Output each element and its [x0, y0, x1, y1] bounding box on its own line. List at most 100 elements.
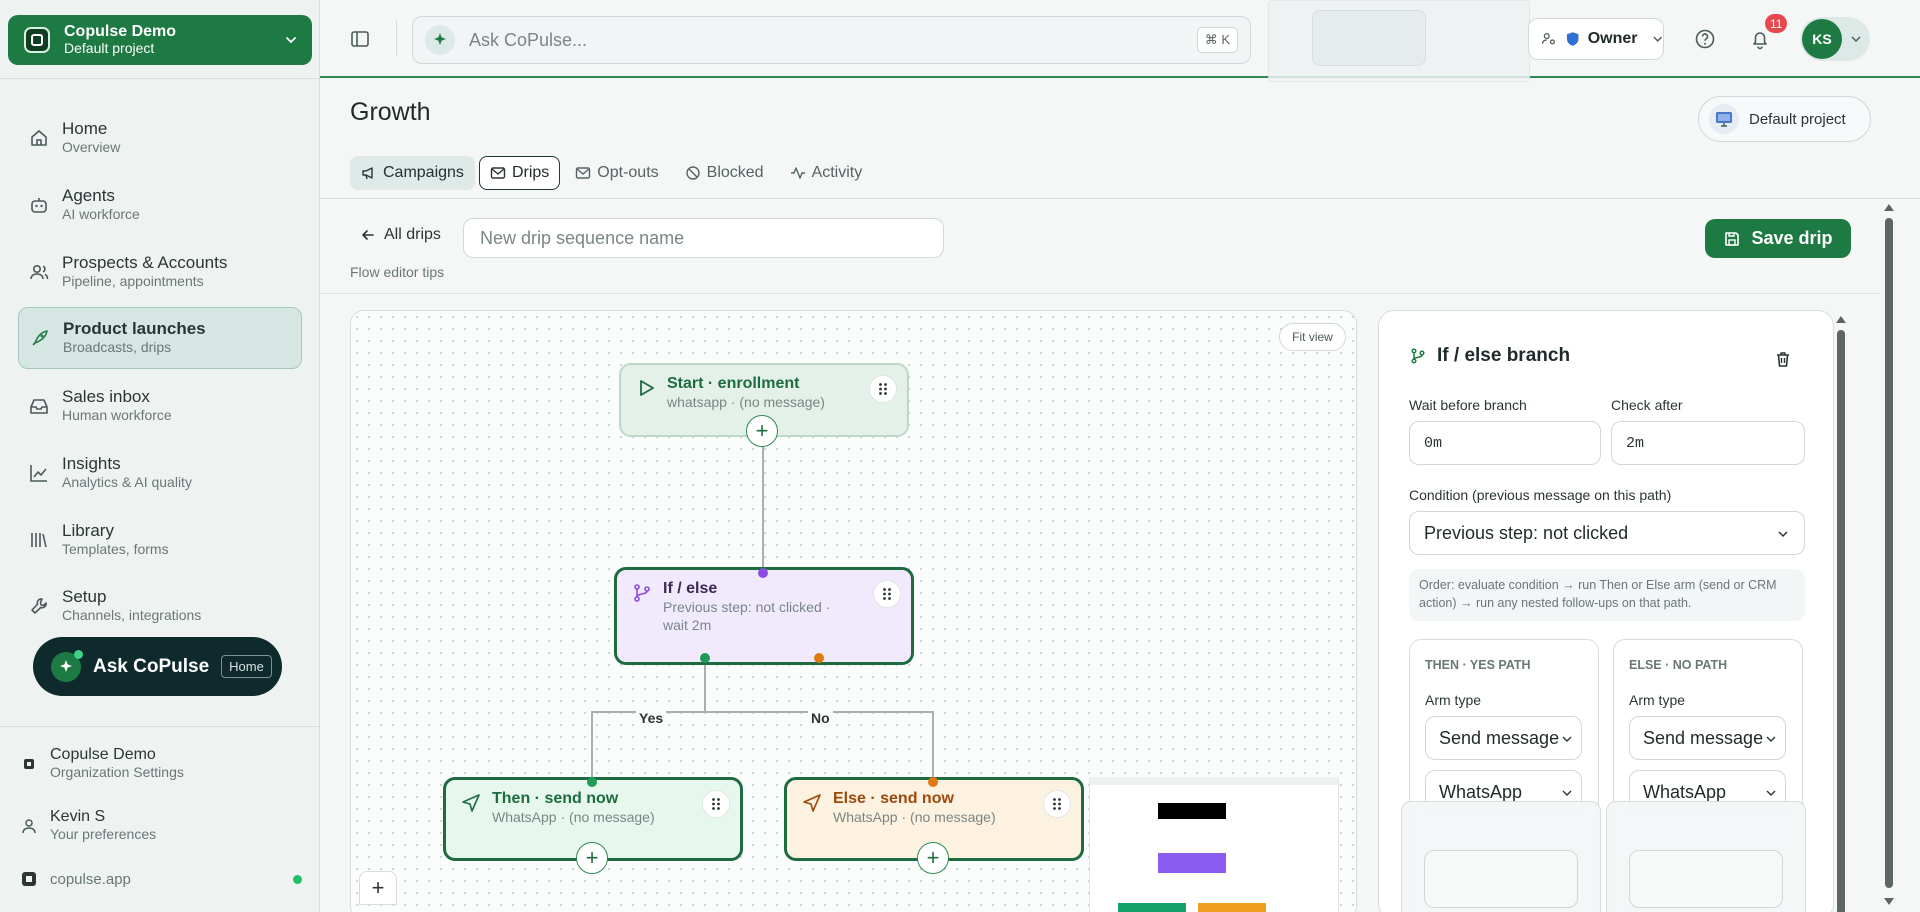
org-project: Default project: [64, 40, 155, 56]
then-node-title: Then · send now: [492, 790, 619, 807]
megaphone-icon: [362, 167, 373, 180]
flow-editor-tips-link[interactable]: Flow editor tips: [350, 264, 444, 280]
user-preferences-link[interactable]: Kevin S Your preferences: [20, 808, 156, 843]
add-step-button[interactable]: +: [746, 415, 778, 447]
role-label: Owner: [1587, 30, 1638, 47]
ask-copulse-label: Ask CoPulse: [93, 655, 210, 677]
then-arm-type-select[interactable]: Send message: [1425, 716, 1582, 760]
org-settings-link[interactable]: Copulse Demo Organization Settings: [20, 746, 184, 781]
sidebar-toggle-icon[interactable]: [349, 28, 371, 50]
sidebar-item-sales-inbox[interactable]: Sales inbox Human workforce: [18, 375, 302, 437]
org-name: Copulse Demo: [64, 23, 177, 40]
tab-opt-outs[interactable]: Opt-outs: [564, 156, 669, 190]
sidebar-divider: [0, 78, 320, 79]
drag-handle-icon[interactable]: [869, 375, 897, 403]
else-arm-type-select[interactable]: Send message: [1629, 716, 1786, 760]
sidebar-item-product-launches[interactable]: Product launches Broadcasts, drips: [18, 307, 302, 369]
topbar-divider: [396, 20, 397, 56]
search-bar[interactable]: Ask CoPulse... ⌘ K: [412, 16, 1251, 64]
minimap-else-node: [1198, 903, 1266, 912]
tab-activity[interactable]: Activity: [779, 156, 874, 190]
scroll-up-arrow[interactable]: [1884, 204, 1894, 211]
drag-handle-icon[interactable]: [873, 580, 901, 608]
robot-icon: [31, 198, 47, 213]
bell-icon[interactable]: [1749, 28, 1771, 50]
inspector-scrollbar[interactable]: [1837, 330, 1845, 912]
add-step-button[interactable]: +: [576, 842, 608, 874]
user-menu[interactable]: KS: [1800, 17, 1870, 61]
drag-handle-icon[interactable]: [1043, 790, 1071, 818]
sidebar-item-insights[interactable]: Insights Analytics & AI quality: [18, 442, 302, 504]
add-step-button[interactable]: +: [917, 842, 949, 874]
zoom-in-button[interactable]: +: [359, 871, 397, 905]
help-icon[interactable]: [1694, 28, 1716, 50]
inbox-icon: [30, 399, 48, 414]
sidebar-item-label: Setup: [62, 587, 107, 606]
ask-copulse-button[interactable]: Ask CoPulse Home: [33, 637, 282, 696]
role-selector[interactable]: Owner: [1528, 18, 1664, 60]
monitor-icon: [1709, 104, 1739, 134]
condition-select[interactable]: Previous step: not clicked: [1409, 511, 1805, 555]
chevron-down-icon: [1652, 36, 1662, 42]
sidebar-item-setup[interactable]: Setup Channels, integrations: [18, 575, 302, 637]
sidebar-item-sub: AI workforce: [62, 206, 140, 222]
back-to-drips-link[interactable]: All drips: [360, 226, 441, 244]
org-switcher[interactable]: Copulse Demo Default project: [8, 15, 312, 65]
sidebar-item-prospects[interactable]: Prospects & Accounts Pipeline, appointmen…: [18, 241, 302, 303]
else-node-sub: WhatsApp · (no message): [833, 809, 996, 825]
sidebar-divider: [0, 726, 320, 727]
no-output-port[interactable]: [814, 653, 824, 663]
branch-icon: [1411, 348, 1425, 364]
save-drip-button[interactable]: Save drip: [1705, 219, 1851, 258]
else-channel-value: WhatsApp: [1643, 781, 1727, 802]
trash-icon[interactable]: [1773, 349, 1793, 369]
chevron-down-icon: [1851, 36, 1861, 43]
notification-count-badge: 11: [1765, 14, 1788, 33]
minimap[interactable]: [1089, 777, 1339, 912]
minimap-ifelse-node: [1158, 853, 1226, 873]
drag-handle-icon[interactable]: [702, 790, 730, 818]
else-input-port[interactable]: [928, 777, 938, 787]
app-icon: [22, 872, 36, 886]
top-bar: Ask CoPulse... ⌘ K: [320, 0, 1920, 78]
drip-name-input[interactable]: [463, 218, 944, 258]
sidebar-item-library[interactable]: Library Templates, forms: [18, 509, 302, 571]
ifelse-node-title: If / else: [663, 580, 718, 597]
sidebar-item-label: Product launches: [63, 319, 206, 338]
ifelse-input-port[interactable]: [758, 568, 768, 578]
sidebar-item-agents[interactable]: Agents AI workforce: [18, 174, 302, 236]
then-input-port[interactable]: [587, 777, 597, 787]
wait-before-branch-input[interactable]: [1409, 421, 1601, 465]
keyboard-shortcut-badge: ⌘ K: [1196, 27, 1238, 53]
node-inspector-panel: If / else branch Wait before branch Chec…: [1378, 310, 1834, 912]
else-arm-title: ELSE · NO PATH: [1629, 658, 1728, 672]
page-title: Growth: [350, 98, 431, 126]
ifelse-node[interactable]: If / else Previous step: not clicked · w…: [614, 567, 914, 665]
back-link-label: All drips: [384, 226, 441, 243]
sparkle-icon: [51, 649, 83, 682]
search-input[interactable]: Ask CoPulse...: [469, 30, 1197, 51]
scroll-down-arrow[interactable]: [1884, 898, 1894, 905]
rocket-icon: [32, 330, 48, 346]
tab-blocked[interactable]: Blocked: [674, 156, 775, 190]
scroll-up-arrow[interactable]: [1836, 316, 1846, 323]
sidebar-item-label: Home: [62, 119, 108, 138]
minimap-start-node: [1158, 803, 1226, 819]
tab-drips[interactable]: Drips: [478, 156, 561, 190]
wrench-icon: [31, 598, 47, 614]
arrow-left-icon: [362, 230, 374, 240]
online-status-dot: [293, 874, 302, 884]
sidebar-item-sub: Broadcasts, drips: [63, 339, 172, 355]
editor-divider: [320, 293, 1880, 294]
project-button-label: Default project: [1749, 110, 1846, 128]
check-after-input[interactable]: [1611, 421, 1805, 465]
sidebar-item-home[interactable]: Home Overview: [18, 107, 302, 169]
sidebar-item-label: Sales inbox: [62, 387, 150, 406]
project-selector-button[interactable]: Default project: [1698, 96, 1871, 142]
sidebar-item-sub: Channels, integrations: [62, 607, 202, 623]
tab-campaigns[interactable]: Campaigns: [350, 156, 475, 190]
yes-output-port[interactable]: [700, 653, 710, 663]
sidebar-item-sub: Pipeline, appointments: [62, 273, 204, 289]
flow-canvas[interactable]: Fit view Start · enrollment whatsapp · (…: [350, 310, 1357, 912]
page-scrollbar[interactable]: [1885, 218, 1893, 888]
